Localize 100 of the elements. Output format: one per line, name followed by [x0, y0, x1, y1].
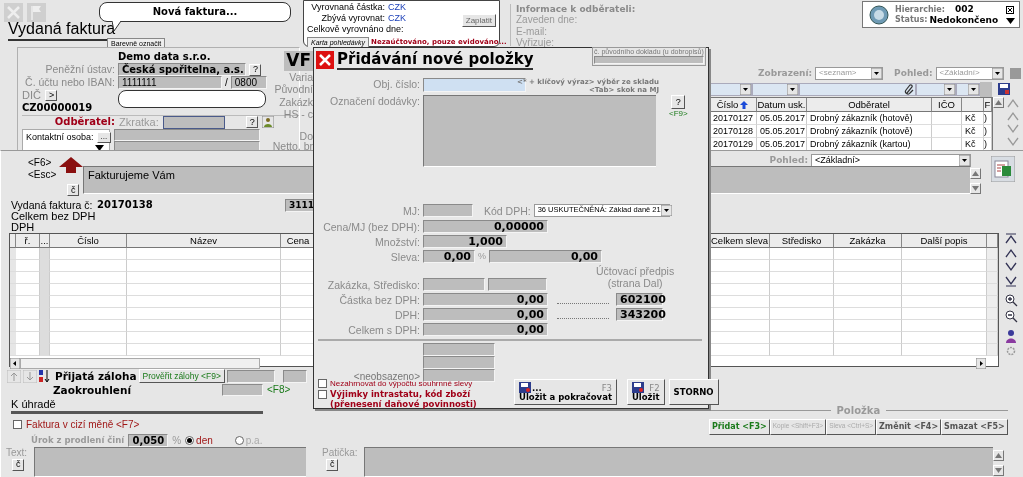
table-cell: ): [984, 112, 992, 125]
label: Zbývá vyrovnat:: [320, 13, 385, 24]
document-type-label: VF: [284, 51, 313, 71]
checkbox-label: Nezahrnovat do výpočtu souhrnné slevy: [330, 379, 474, 389]
save-button[interactable]: ... F3 Uložit a pokračovat: [514, 379, 617, 406]
label: /: [225, 76, 228, 89]
column-header[interactable]: Středisko: [770, 234, 834, 248]
char-button[interactable]: č: [326, 458, 338, 471]
help-button[interactable]: ?: [249, 63, 261, 76]
label: CZ00000019: [22, 102, 94, 114]
label: Demo data s.r.o.: [118, 50, 211, 63]
label: Celkem bez DPH: [11, 211, 96, 222]
label: <Esc>: [28, 168, 57, 180]
dialog-title: Přidávání nové položky: [337, 50, 534, 70]
label: E-mail:: [516, 25, 549, 38]
account-field: 1111111: [118, 76, 222, 89]
label: Zakázk: [279, 95, 313, 109]
label: Patička:: [322, 447, 359, 459]
label: <F8>: [267, 384, 291, 396]
label: (strana Dal): [607, 277, 663, 290]
column-header[interactable]: Číslo: [709, 98, 757, 112]
pay-button[interactable]: Zaplatit: [461, 14, 496, 27]
label: Pohled:: [894, 67, 933, 79]
save-button[interactable]: F2 Uložit: [626, 379, 665, 406]
table-cell: Kč: [962, 112, 984, 125]
discount-percent-field[interactable]: 0,00: [423, 250, 475, 264]
amount-field: 0,00: [423, 293, 548, 307]
amount-field: 0,00: [423, 308, 548, 322]
column-header[interactable]: Zakázka: [834, 234, 902, 248]
dic-button[interactable]: >: [44, 90, 57, 101]
label: CZK: [388, 2, 406, 13]
char-button[interactable]: č: [12, 458, 24, 471]
label: Č. účtu nebo IBAN:: [24, 76, 115, 89]
label: Sleva:: [389, 250, 420, 263]
label: MJ:: [402, 204, 420, 217]
label: Zobrazení:: [758, 67, 813, 79]
column-header[interactable]: ...: [40, 234, 50, 248]
layout-select[interactable]: <Základní>: [811, 153, 971, 167]
label: Kód DPH:: [484, 204, 531, 217]
column-header[interactable]: Odběratel: [807, 98, 932, 112]
label: Vyrovnaná částka:: [310, 2, 385, 13]
label: <Základní>: [939, 68, 980, 78]
label: Částka bez DPH:: [338, 293, 420, 306]
check-advances-button[interactable]: Prověřit zálohy <F9>: [138, 369, 225, 383]
label: %: [172, 434, 182, 447]
column-header[interactable]: Název: [127, 234, 281, 248]
help-button[interactable]: ?: [671, 95, 686, 110]
interest-field: 0,050: [128, 434, 169, 447]
label: Pohled:: [769, 154, 808, 166]
column-header[interactable]: F: [984, 98, 992, 112]
label: K úhradě: [11, 399, 56, 410]
label: %: [478, 251, 486, 262]
label: DPH: [11, 222, 35, 233]
item-button[interactable]: Změnit <F4>: [876, 418, 942, 435]
label: Vyřizuje:: [516, 37, 555, 49]
bank-field: Česká spořitelna, a.s.: [118, 63, 246, 76]
cancel-button[interactable]: STORNO: [668, 379, 719, 406]
label: Do: [299, 129, 313, 140]
label: Úrok z prodlení činí: [31, 435, 125, 446]
label: <F9>: [669, 109, 688, 119]
label: Netto, br: [272, 139, 313, 150]
table-cell: ): [984, 125, 992, 138]
column-header[interactable]: Celkem sleva: [710, 234, 770, 248]
label: <neobsazeno>: [353, 370, 420, 382]
item-button[interactable]: Smazat <F5>: [941, 418, 1008, 435]
label: Nedokončeno: [929, 14, 999, 25]
help-button[interactable]: ?: [245, 116, 258, 128]
amount-field: 0,00: [423, 323, 548, 337]
label: Množství:: [374, 235, 420, 248]
label: Zakázka, Středisko:: [326, 279, 420, 292]
label: Odběratel:: [53, 116, 115, 128]
column-header[interactable]: IČO: [932, 98, 962, 112]
item-button[interactable]: Přidat <F3>: [709, 418, 770, 435]
table-cell: Drobný zákazník (hotově): [807, 112, 932, 125]
label: den: [196, 434, 213, 447]
contact-button[interactable]: ...: [96, 131, 111, 143]
label: Celkově vyrovnáno dne:: [307, 24, 404, 35]
column-header[interactable]: Datum usk.: [757, 98, 807, 112]
label: Varia: [289, 70, 313, 84]
label: Kontaktní osoba:: [26, 131, 94, 143]
table-cell: Kč: [962, 125, 984, 138]
label: Zaveden dne:: [516, 14, 579, 26]
column-header[interactable]: Číslo: [50, 234, 127, 248]
label: Nová faktura...: [152, 6, 238, 18]
partial-field: 3111: [285, 198, 314, 212]
column-header[interactable]: ř.: [16, 234, 40, 248]
label: CZK: [388, 13, 406, 24]
quantity-field[interactable]: 1,000: [423, 235, 507, 249]
char-button[interactable]: č: [67, 184, 79, 196]
table-cell: 05.05.2017: [757, 125, 807, 138]
table-cell: Drobný zákazník (hotově): [807, 125, 932, 138]
label: DIČ: [22, 89, 41, 102]
column-header[interactable]: Další popis: [902, 234, 987, 248]
discount-field[interactable]: 0,00: [489, 250, 602, 264]
table-cell: 20170128: [709, 125, 757, 138]
label: Vydaná faktura č:: [11, 198, 93, 212]
label: 20170138: [97, 199, 154, 211]
unit-price-field[interactable]: 0,00000: [423, 220, 548, 234]
label: Celkem s DPH:: [347, 323, 420, 336]
label: Položka: [836, 405, 881, 417]
